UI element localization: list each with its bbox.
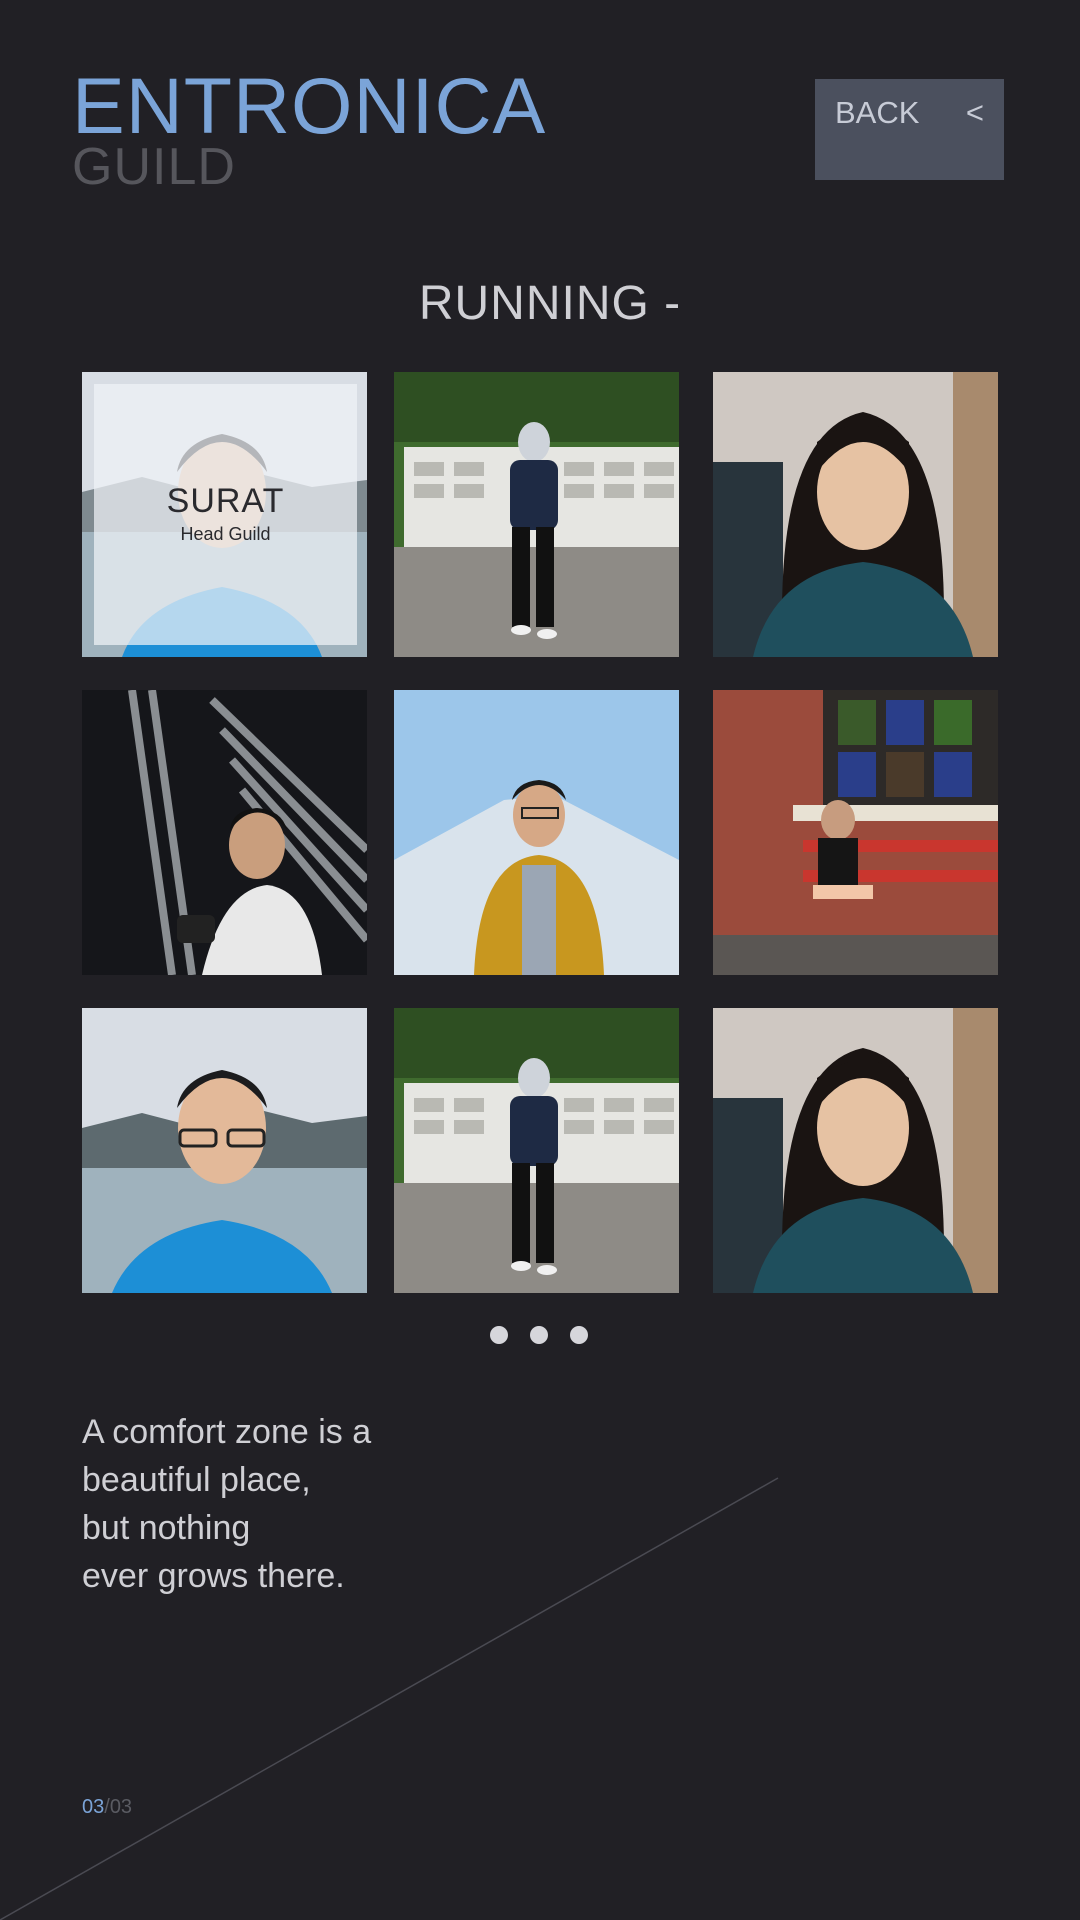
woman-portrait-photo xyxy=(713,372,998,657)
pagination-dots xyxy=(490,1326,588,1344)
man-mountain-photo xyxy=(394,690,679,975)
member-name: SURAT xyxy=(166,482,285,520)
quote-line-2: beautiful place, xyxy=(82,1461,311,1499)
brand-logo[interactable]: ENTRONICA GUILD xyxy=(72,66,546,193)
photo-tile-9[interactable] xyxy=(713,1008,998,1293)
chevron-left-icon: < xyxy=(965,95,984,130)
photo-tile-2[interactable] xyxy=(394,372,679,657)
photo-tile-4[interactable] xyxy=(82,690,367,975)
member-role: Head Guild xyxy=(180,524,271,544)
back-button-label: BACK xyxy=(835,95,920,130)
pagination-dot-1[interactable] xyxy=(490,1326,508,1344)
page: ENTRONICA GUILD BACK < RUNNING - SURAT H… xyxy=(0,0,1080,1920)
page-counter: 03/03 xyxy=(82,1796,132,1819)
woman-hijab-photo-2 xyxy=(394,1008,679,1293)
photo-grid: SURAT Head Guild xyxy=(82,372,998,1293)
photo-tile-5[interactable] xyxy=(394,690,679,975)
member-overlay: SURAT Head Guild xyxy=(94,384,357,645)
woman-hijab-photo xyxy=(394,372,679,657)
pagination-dot-2[interactable] xyxy=(530,1326,548,1344)
quote-line-1: A comfort zone is a xyxy=(82,1413,372,1451)
photo-tile-3[interactable] xyxy=(713,372,998,657)
photo-tile-7[interactable] xyxy=(82,1008,367,1293)
quote-line-4: ever grows there. xyxy=(82,1557,345,1595)
person-bench-photo xyxy=(713,690,998,975)
pagination-dot-3[interactable] xyxy=(570,1326,588,1344)
page-counter-total: 03 xyxy=(109,1796,133,1818)
quote-text: A comfort zone is a beautiful place, but… xyxy=(82,1408,682,1600)
back-button[interactable]: BACK < xyxy=(815,79,1004,180)
photo-tile-8[interactable] xyxy=(394,1008,679,1293)
quote-line-3: but nothing xyxy=(82,1509,251,1547)
page-counter-current: 03 xyxy=(82,1796,105,1818)
photo-tile-6[interactable] xyxy=(713,690,998,975)
brand-title: ENTRONICA xyxy=(72,61,547,150)
man-camera-photo xyxy=(82,690,367,975)
woman-portrait-photo-2 xyxy=(713,1008,998,1293)
man-lake-photo-2 xyxy=(82,1008,367,1293)
photo-tile-1[interactable]: SURAT Head Guild xyxy=(82,372,367,657)
section-title: RUNNING - xyxy=(418,277,682,330)
